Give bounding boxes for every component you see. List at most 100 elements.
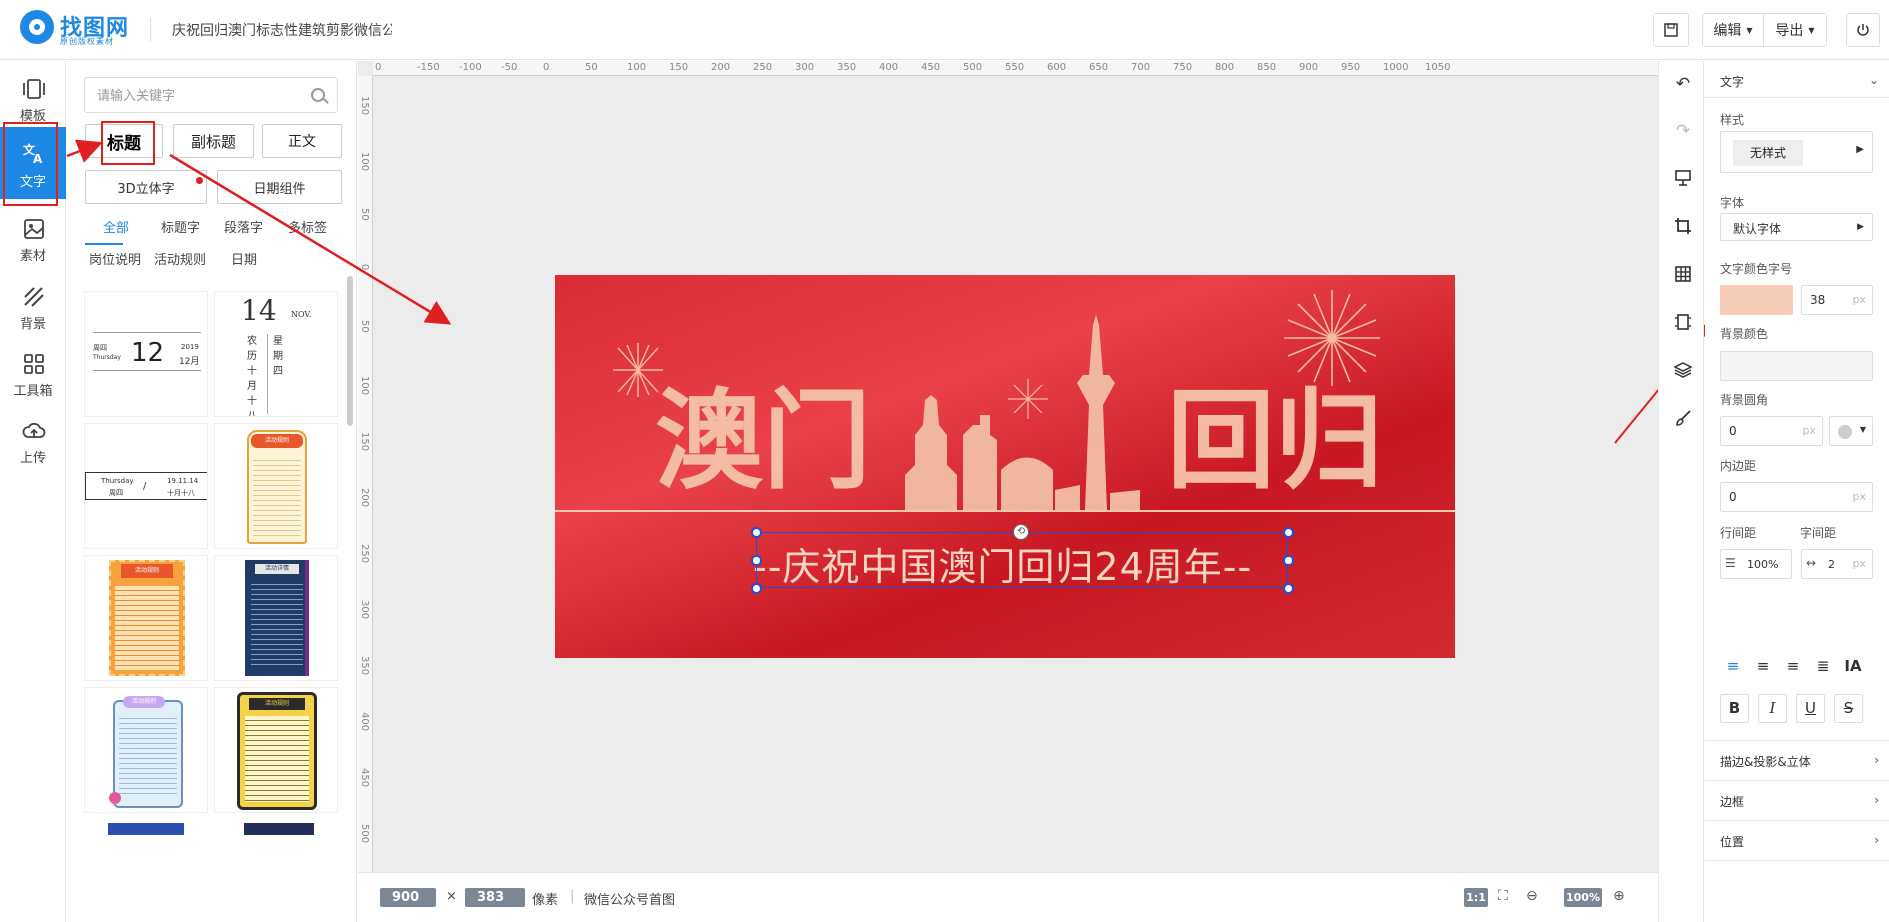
- template-thumb[interactable]: 活动详情: [214, 555, 338, 681]
- rotate-handle-icon[interactable]: ⟲: [1013, 524, 1029, 540]
- fit-screen-icon[interactable]: ⛶: [1498, 888, 1508, 904]
- resize-handle[interactable]: [1283, 555, 1294, 566]
- chevron-right-icon[interactable]: ›: [1874, 793, 1879, 807]
- chevron-right-icon[interactable]: ›: [1874, 753, 1879, 767]
- document-title[interactable]: 庆祝回归澳门标志性建筑剪影微信公众: [172, 20, 392, 40]
- headline-right[interactable]: 回归: [1167, 387, 1383, 495]
- filter-tab-rules[interactable]: 活动规则: [154, 249, 206, 268]
- template-thumb[interactable]: 活动规则: [214, 687, 338, 813]
- italic-icon[interactable]: I: [1758, 694, 1787, 723]
- selection-box[interactable]: [756, 532, 1288, 588]
- 3d-text-button[interactable]: 3D立体字: [85, 170, 207, 204]
- template-thumb[interactable]: 周四 Thursday 12 2019 12月: [84, 291, 208, 417]
- filter-tab-job[interactable]: 岗位说明: [89, 249, 141, 268]
- padding-input[interactable]: 0 px: [1720, 482, 1873, 512]
- presentation-icon[interactable]: [1673, 169, 1693, 189]
- line-height-label: 行间距: [1720, 526, 1757, 540]
- align-right-icon[interactable]: ≡: [1780, 653, 1806, 679]
- ruler-tick-label: 150: [359, 96, 370, 116]
- align-left-icon[interactable]: ≡: [1720, 653, 1746, 679]
- rules-card: [108, 823, 184, 835]
- px-unit: px: [1852, 557, 1867, 570]
- chevron-right-icon[interactable]: ›: [1874, 833, 1879, 847]
- filter-tab-title[interactable]: 标题字: [161, 217, 200, 236]
- radius-color-picker[interactable]: ▼: [1829, 416, 1873, 446]
- filter-tab-multi-tag[interactable]: 多标签: [288, 217, 327, 236]
- width-input[interactable]: 900: [380, 888, 436, 907]
- body-text-button[interactable]: 正文: [262, 124, 342, 158]
- export-menu-button[interactable]: 导出 ▼: [1763, 13, 1827, 47]
- brand-logo-icon[interactable]: [20, 10, 54, 44]
- table-icon[interactable]: [1673, 265, 1693, 285]
- headline-left[interactable]: 澳门: [655, 387, 871, 495]
- brush-icon[interactable]: [1673, 409, 1693, 429]
- strikethrough-icon[interactable]: S: [1834, 694, 1863, 723]
- template-thumb[interactable]: 活动规则: [214, 423, 338, 549]
- edit-menu-button[interactable]: 编辑 ▼: [1702, 13, 1764, 47]
- section-title-text[interactable]: 文字: [1720, 73, 1744, 90]
- zoom-out-icon[interactable]: ⊖: [1526, 888, 1538, 904]
- template-thumb[interactable]: 活动规则: [84, 687, 208, 813]
- zoom-level[interactable]: 100%: [1564, 888, 1602, 907]
- slash-divider-icon: /: [143, 481, 147, 492]
- underline-icon[interactable]: U: [1796, 694, 1825, 723]
- chevron-down-icon[interactable]: ⌄: [1869, 73, 1879, 87]
- nav-item-assets[interactable]: 素材: [0, 205, 66, 271]
- border-section[interactable]: 边框: [1720, 793, 1744, 810]
- resize-handle[interactable]: [1283, 583, 1294, 594]
- bg-color-label: 背景颜色: [1720, 327, 1769, 341]
- align-center-icon[interactable]: ≡: [1750, 653, 1776, 679]
- ratio-button[interactable]: 1:1: [1464, 888, 1488, 907]
- save-icon: [1664, 23, 1678, 37]
- search-icon[interactable]: [311, 88, 325, 102]
- zoom-in-icon[interactable]: ⊕: [1613, 888, 1625, 904]
- font-select[interactable]: 默认字体 ▶: [1720, 213, 1873, 241]
- crop-icon[interactable]: [1673, 217, 1693, 237]
- nav-item-toolbox[interactable]: 工具箱: [0, 340, 66, 406]
- search-input[interactable]: [97, 86, 297, 106]
- resize-handle[interactable]: [751, 583, 762, 594]
- letter-spacing-input[interactable]: ↔ 2 px: [1801, 549, 1873, 579]
- film-strip-icon[interactable]: [1673, 313, 1693, 333]
- resize-handle[interactable]: [1283, 527, 1294, 538]
- shadow-section[interactable]: 描边&投影&立体: [1720, 753, 1811, 770]
- font-size-input[interactable]: 38 px: [1801, 285, 1873, 315]
- filter-tab-paragraph[interactable]: 段落字: [224, 217, 263, 236]
- template-thumb[interactable]: 14 NOV. 农历十月十八 星期四: [214, 291, 338, 417]
- template-thumb[interactable]: Thursday 周四 / 19.11.14 十月十八: [84, 423, 208, 549]
- bottom-bar: 900 × 383 像素 | 微信公众号首图 1:1 ⛶ ⊖ 100% ⊕: [358, 872, 1658, 922]
- bold-icon[interactable]: B: [1720, 694, 1749, 723]
- style-select[interactable]: 无样式 ▶: [1720, 131, 1873, 173]
- power-button[interactable]: [1846, 13, 1880, 47]
- template-thumb[interactable]: 活动规则: [84, 555, 208, 681]
- align-justify-icon[interactable]: ≣: [1810, 653, 1836, 679]
- nav-item-background[interactable]: 背景: [0, 273, 66, 339]
- filter-tab-all[interactable]: 全部: [103, 217, 129, 236]
- ruler-tick-label: 500: [963, 62, 983, 73]
- search-box[interactable]: [84, 77, 338, 113]
- layers-icon[interactable]: [1673, 361, 1693, 381]
- template-thumb[interactable]: [84, 819, 208, 835]
- text-color-swatch[interactable]: [1720, 285, 1793, 315]
- radius-input[interactable]: 0 px: [1720, 416, 1823, 446]
- subtitle-text-button[interactable]: 副标题: [173, 124, 254, 158]
- tool-column: ↶ ↷: [1658, 61, 1704, 922]
- filter-tab-date[interactable]: 日期: [231, 249, 257, 268]
- date-widget-button[interactable]: 日期组件: [217, 170, 342, 204]
- ruler-tick-label: 1050: [1425, 62, 1451, 73]
- height-input[interactable]: 383: [465, 888, 525, 907]
- resize-handle[interactable]: [751, 555, 762, 566]
- undo-icon[interactable]: ↶: [1673, 74, 1693, 94]
- resize-handle[interactable]: [751, 527, 762, 538]
- design-artboard[interactable]: 澳门 回归 --庆祝中国澳门回归24周年--: [555, 275, 1455, 658]
- redo-icon[interactable]: ↷: [1673, 121, 1693, 141]
- bg-color-swatch[interactable]: [1720, 351, 1873, 381]
- nav-item-upload[interactable]: 上传: [0, 407, 66, 473]
- panel-scrollbar[interactable]: [347, 276, 353, 426]
- font-label: 字体: [1720, 196, 1745, 210]
- line-height-input[interactable]: ☰ 100%: [1720, 549, 1792, 579]
- position-section[interactable]: 位置: [1720, 833, 1744, 850]
- template-thumb[interactable]: [214, 819, 338, 835]
- vertical-text-icon[interactable]: IA: [1840, 653, 1866, 679]
- save-button[interactable]: [1653, 13, 1689, 47]
